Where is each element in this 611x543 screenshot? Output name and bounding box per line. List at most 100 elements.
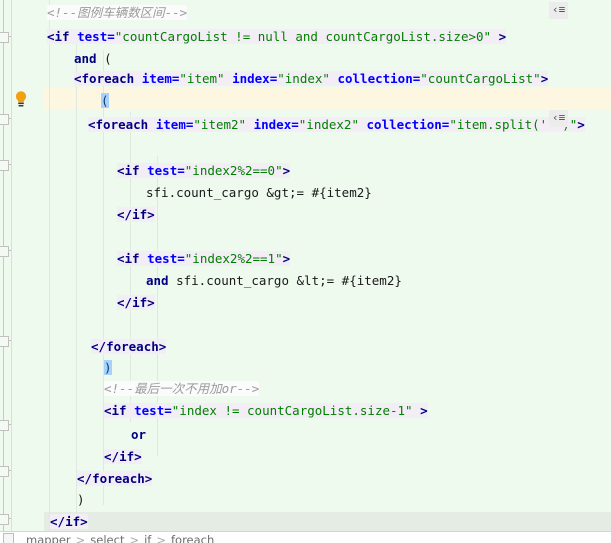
breadcrumb-separator: > [75, 533, 86, 543]
code-line[interactable]: <foreach item="item2" index="index2" col… [88, 114, 585, 136]
code-text-layer[interactable]: <!--图例车辆数区间--> <if test="countCargoList !… [0, 0, 611, 531]
breadcrumb-separator: > [156, 533, 166, 543]
code-line[interactable]: and sfi.count_cargo &lt;= #{item2} [146, 270, 402, 292]
code-token: </ [104, 449, 120, 464]
fold-region-marker[interactable] [0, 160, 11, 171]
fold-region-marker[interactable] [0, 32, 11, 43]
code-token: = [291, 117, 299, 132]
code-line[interactable]: <if test="countCargoList != null and cou… [47, 26, 507, 48]
code-token: foreach [81, 71, 135, 86]
code-token [139, 251, 148, 266]
code-line[interactable]: <!--图例车辆数区间--> [47, 2, 188, 24]
code-line[interactable]: </foreach> [77, 468, 153, 490]
fold-outline-line [3, 0, 4, 531]
breadcrumb-item-select[interactable]: select [90, 533, 124, 543]
code-token: collection [337, 71, 413, 86]
code-line[interactable]: sfi.count_cargo &gt;= #{item2} [146, 182, 372, 204]
fold-region-marker[interactable] [0, 420, 11, 431]
code-token: < [117, 163, 125, 178]
code-token: > [491, 29, 507, 44]
code-token: </ [117, 295, 133, 310]
code-token: if [54, 29, 70, 44]
code-token: sfi.count_cargo &lt;= #{item2} [168, 273, 402, 288]
code-token: </ [91, 339, 107, 354]
code-token: and [74, 51, 97, 66]
lightbulb-intention-icon[interactable] [14, 90, 28, 108]
code-token: > [158, 339, 167, 354]
code-line[interactable]: <if test="index2%2==0"> [117, 160, 291, 182]
fold-region-marker[interactable] [0, 114, 11, 125]
fold-region-marker[interactable] [0, 514, 11, 525]
breadcrumb-item-mapper[interactable]: mapper [26, 533, 71, 543]
code-token: index [253, 117, 292, 132]
code-token: < [104, 403, 112, 418]
code-token [246, 117, 254, 132]
code-line[interactable]: <if test="index != countCargoList.size-1… [104, 400, 428, 422]
code-token: > [147, 207, 155, 222]
code-line[interactable]: ) [77, 489, 85, 511]
code-token: < [47, 29, 55, 44]
code-token: if [111, 403, 127, 418]
code-token [134, 71, 142, 86]
code-token: test [147, 163, 178, 178]
code-token: = [177, 251, 185, 266]
code-token: = [164, 403, 172, 418]
code-line[interactable]: <foreach item="item" index="index" colle… [74, 68, 549, 90]
code-token [359, 117, 367, 132]
code-token: ( [101, 93, 109, 108]
code-token: "item2" [193, 117, 247, 132]
code-token: "countCargoList" [420, 71, 541, 86]
breadcrumb-separator: > [129, 533, 140, 543]
code-token [126, 403, 135, 418]
code-token: < [88, 117, 96, 132]
code-token: = [177, 163, 185, 178]
code-token: <!--最后一次不用加or--> [104, 381, 260, 396]
code-token: index [232, 71, 270, 86]
code-token: "index" [277, 71, 330, 86]
code-line[interactable]: </if> [117, 292, 155, 314]
code-token: > [282, 163, 291, 178]
code-token: > [134, 449, 142, 464]
code-token: = [107, 29, 115, 44]
code-token: > [144, 471, 153, 486]
code-folding-gutter[interactable] [0, 0, 12, 531]
code-token: if [65, 514, 81, 529]
code-line[interactable]: </if> [117, 204, 155, 226]
code-token: ( [96, 51, 112, 66]
code-line[interactable]: </if> [50, 511, 88, 533]
breadcrumb[interactable]: mapper > select > if > foreach [26, 533, 214, 543]
code-token: item [141, 71, 172, 86]
breadcrumb-bar[interactable]: mapper > select > if > foreach [0, 531, 611, 543]
code-token: "countCargoList != null and countCargoLi… [114, 29, 492, 44]
xml-code-editor[interactable]: ‹≡ ‹≡ <!--图例车辆数区间--> <if test="countCargoL… [0, 0, 611, 543]
code-token: "index2" [298, 117, 359, 132]
code-line[interactable]: ( [101, 90, 109, 112]
code-token [69, 29, 78, 44]
fold-region-marker[interactable] [0, 336, 11, 347]
code-token: > [412, 403, 428, 418]
code-token: > [147, 295, 155, 310]
fold-region-marker[interactable] [0, 246, 11, 257]
code-line[interactable]: </if> [104, 446, 142, 468]
code-line[interactable]: ) [104, 357, 112, 379]
code-token: test [147, 251, 178, 266]
code-token: foreach [95, 117, 149, 132]
code-token: test [134, 403, 165, 418]
code-token: if [124, 163, 140, 178]
code-token: "index != countCargoList.size-1" [171, 403, 413, 418]
code-token: "index2%2==0" [184, 163, 283, 178]
code-line[interactable]: </foreach> [91, 336, 167, 358]
code-token: and [146, 273, 169, 288]
fold-region-marker[interactable] [0, 466, 11, 477]
chevron-collapse-icon[interactable]: ‹≡ [549, 2, 569, 19]
code-line[interactable]: or [131, 424, 146, 446]
code-token: < [117, 251, 125, 266]
code-token: < [74, 71, 82, 86]
breadcrumb-item-foreach[interactable]: foreach [171, 533, 214, 543]
code-line[interactable]: <if test="index2%2==1"> [117, 248, 291, 270]
code-line[interactable]: <!--最后一次不用加or--> [104, 378, 260, 400]
code-token [139, 163, 148, 178]
chevron-collapse-icon[interactable]: ‹≡ [549, 110, 569, 127]
code-token: </ [117, 207, 133, 222]
code-line[interactable]: and ( [74, 48, 112, 70]
